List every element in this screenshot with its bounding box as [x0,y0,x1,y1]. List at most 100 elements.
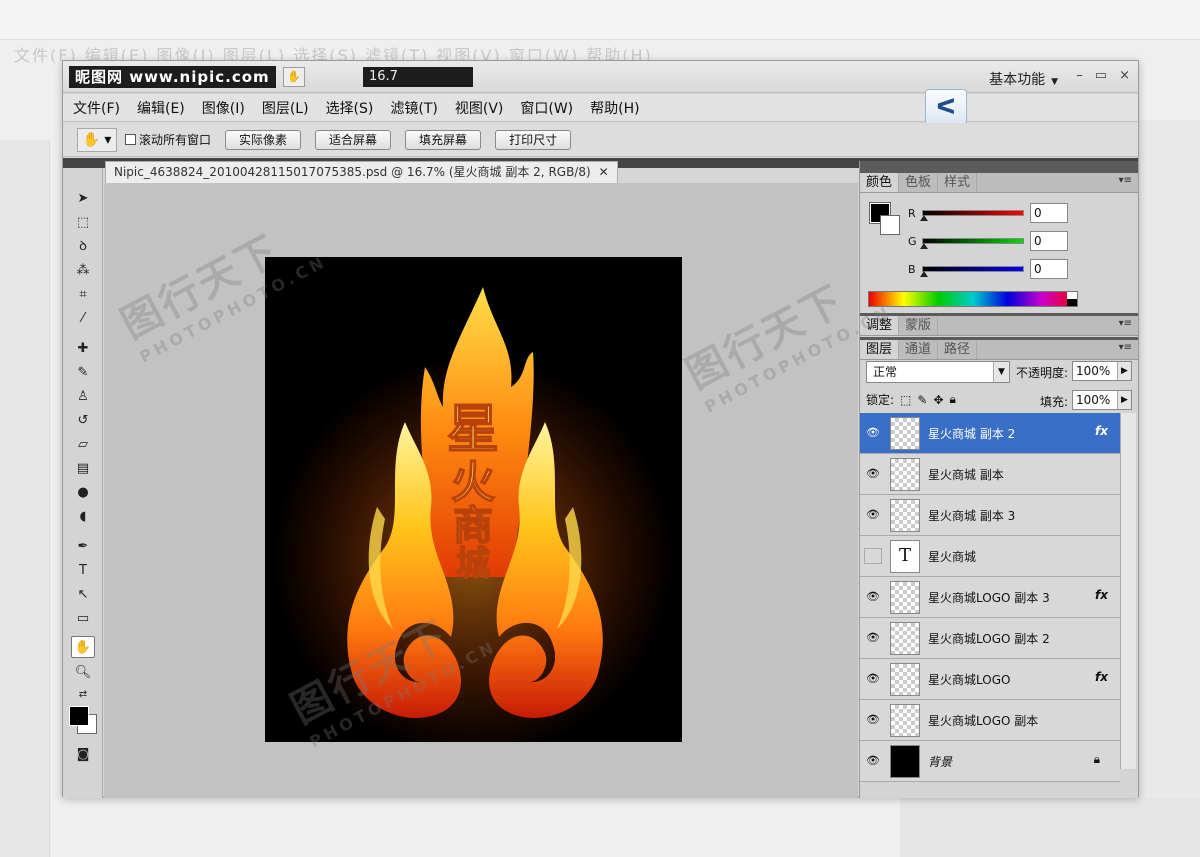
opacity-input[interactable]: 100% ▶ [1072,361,1132,381]
menu-select[interactable]: 选择(S) [326,98,374,118]
canvas-area[interactable]: 星 火 商 城 [104,183,858,798]
fit-screen-button[interactable]: 适合屏幕 [315,129,392,150]
document-tab[interactable]: Nipic_4638824_20100428115017075385.psd @… [105,161,618,183]
checkbox-box[interactable] [125,134,136,145]
lock-transparent-icon[interactable]: ⬚ [900,393,911,407]
slider-knob-icon[interactable] [920,271,928,277]
fx-icon[interactable]: fx [1095,424,1108,438]
bridge-icon[interactable]: ᐸ [925,89,967,127]
panel-menu-icon[interactable]: ▾≡ [1119,342,1132,353]
black-white-ramp[interactable] [1067,292,1077,306]
zoom-level[interactable]: 16.7 [363,67,473,87]
menu-view[interactable]: 视图(V) [455,98,504,118]
tab-adjustments[interactable]: 调整 [860,316,900,335]
gradient-tool-icon[interactable]: ▤ [71,458,95,480]
layers-scrollbar[interactable] [1120,413,1136,769]
quick-mask-icon[interactable]: ◙ [71,744,95,766]
clone-stamp-tool-icon[interactable]: ♙ [71,386,95,408]
close-button[interactable]: × [1119,68,1130,83]
layer-row[interactable]: 👁︎ 星火商城LOGO 副本 3 fx [860,577,1120,618]
actual-pixels-button[interactable]: 实际像素 [225,129,302,150]
eyedropper-tool-icon[interactable]: ⁄ [71,308,95,330]
menu-help[interactable]: 帮助(H) [590,98,639,118]
dodge-tool-icon[interactable]: ◖ [71,506,95,528]
chevron-right-icon[interactable]: ▶ [1117,362,1131,380]
menu-file[interactable]: 文件(F) [73,98,120,118]
eye-icon[interactable]: 👁︎ [864,466,882,482]
magic-wand-tool-icon[interactable]: ⁂ [71,260,95,282]
layer-row[interactable]: 👁︎ 星火商城LOGO 副本 [860,700,1120,741]
slider-knob-icon[interactable] [920,243,928,249]
eye-icon[interactable]: 👁︎ [864,671,882,687]
green-slider[interactable] [920,238,1024,249]
brush-tool-icon[interactable]: ✎ [71,362,95,384]
lock-pixels-icon[interactable]: ✎ [917,393,927,407]
crop-tool-icon[interactable]: ⌗ [71,284,95,306]
menu-edit[interactable]: 编辑(E) [137,98,185,118]
blend-mode-select[interactable]: 正常 ▼ [866,361,1010,383]
layer-row[interactable]: 👁︎ 星火商城 副本 2 fx [860,413,1120,454]
chevron-right-icon[interactable]: ▶ [1117,391,1131,409]
workspace-switcher[interactable]: 基本功能 ▼ [989,69,1058,89]
panel-menu-icon[interactable]: ▾≡ [1119,175,1132,186]
move-tool-icon[interactable]: ➤ [71,188,95,210]
history-brush-tool-icon[interactable]: ↺ [71,410,95,432]
tab-channels[interactable]: 通道 [899,340,939,359]
menu-layer[interactable]: 图层(L) [262,98,309,118]
minimize-button[interactable]: – [1076,68,1083,83]
lock-all-icon[interactable]: 🔒︎ [950,392,956,407]
chevron-down-icon[interactable]: ▼ [993,362,1009,382]
menu-window[interactable]: 窗口(W) [520,98,573,118]
layer-row[interactable]: 👁︎ 星火商城LOGO 副本 2 [860,618,1120,659]
tab-masks[interactable]: 蒙版 [899,316,939,335]
layer-row[interactable]: 👁︎ 背景 🔒︎ [860,741,1120,782]
fx-icon[interactable]: fx [1095,670,1108,684]
color-bg-swatch[interactable] [880,215,900,235]
tab-layers[interactable]: 图层 [860,340,900,359]
close-document-icon[interactable]: ✕ [599,165,609,179]
eraser-tool-icon[interactable]: ▱ [71,434,95,456]
slider-knob-icon[interactable] [920,215,928,221]
swap-colors-icon[interactable]: ⇄ [71,684,95,706]
blue-slider[interactable] [920,266,1024,277]
eye-icon[interactable]: 👁︎ [864,425,882,441]
eye-icon[interactable]: 👁︎ [864,589,882,605]
fill-screen-button[interactable]: 填充屏幕 [405,129,482,150]
layer-row[interactable]: 👁︎ 星火商城 副本 3 [860,495,1120,536]
pen-tool-icon[interactable]: ✒ [71,536,95,558]
blue-value-input[interactable]: 0 [1030,259,1068,279]
tab-paths[interactable]: 路径 [938,340,978,359]
menu-image[interactable]: 图像(I) [202,98,245,118]
red-value-input[interactable]: 0 [1030,203,1068,223]
hand-icon[interactable]: ✋ [283,67,305,87]
marquee-tool-icon[interactable]: ⬚ [71,212,95,234]
tab-color[interactable]: 颜色 [860,173,900,192]
eye-icon[interactable]: 👁︎ [864,753,882,769]
lock-position-icon[interactable]: ✥ [933,393,943,407]
eye-icon[interactable]: 👁︎ [864,712,882,728]
layer-row[interactable]: 👁︎ 星火商城LOGO fx [860,659,1120,700]
layer-row[interactable]: T 星火商城 [860,536,1120,577]
restore-button[interactable]: ▭ [1095,68,1107,83]
eye-icon[interactable]: 👁︎ [864,507,882,523]
red-slider[interactable] [920,210,1024,221]
healing-brush-tool-icon[interactable]: ✚ [71,338,95,360]
foreground-color-swatch[interactable] [69,706,89,726]
tab-styles[interactable]: 样式 [938,173,978,192]
menu-filter[interactable]: 滤镜(T) [390,98,437,118]
layer-row[interactable]: 👁︎ 星火商城 副本 [860,454,1120,495]
type-tool-icon[interactable]: T [71,560,95,582]
eye-icon[interactable]: 👁︎ [864,630,882,646]
fill-input[interactable]: 100% ▶ [1072,390,1132,410]
path-selection-tool-icon[interactable]: ↖ [71,584,95,606]
scroll-all-windows-checkbox[interactable]: 滚动所有窗口 [125,131,211,148]
panel-menu-icon[interactable]: ▾≡ [1119,318,1132,329]
green-value-input[interactable]: 0 [1030,231,1068,251]
lasso-tool-icon[interactable]: ꝺ [71,236,95,258]
hand-tool-icon[interactable]: ✋ [71,636,95,658]
print-size-button[interactable]: 打印尺寸 [495,129,572,150]
tool-preset-hand-icon[interactable]: ✋ ▾ [77,127,117,152]
color-ramp[interactable] [868,291,1078,307]
blur-tool-icon[interactable]: ● [71,482,95,504]
fx-icon[interactable]: fx [1095,588,1108,602]
